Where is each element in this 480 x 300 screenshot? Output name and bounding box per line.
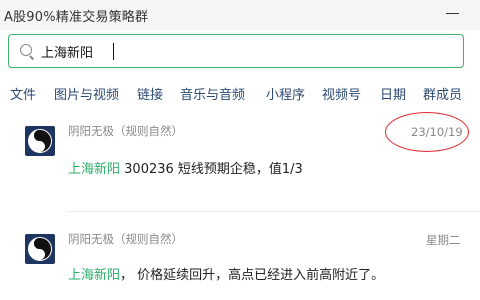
message-text: 上海新阳 300236 短线预期企稳，值1/3 bbox=[68, 158, 303, 177]
message-item[interactable]: 阴阳无极（规则自然） 星期二 上海新阳， 价格延续回升，高点已经进入前高附近了。 bbox=[0, 226, 480, 300]
tab-members[interactable]: 群成员 bbox=[423, 84, 462, 103]
divider bbox=[68, 211, 480, 212]
avatar[interactable] bbox=[25, 234, 55, 264]
tab-mini-programs[interactable]: 小程序 bbox=[266, 84, 305, 103]
sender-name: 阴阳无极（规则自然） bbox=[68, 124, 183, 138]
tab-files[interactable]: 文件 bbox=[10, 84, 36, 103]
yin-yang-icon bbox=[28, 237, 52, 261]
search-highlight: 上海新阳 bbox=[68, 268, 121, 283]
tab-date[interactable]: 日期 bbox=[380, 84, 406, 103]
tab-channels[interactable]: 视频号 bbox=[322, 84, 361, 103]
message-content: ， 价格延续回升，高点已经进入前高附近了。 bbox=[120, 268, 385, 283]
message-content: 300236 短线预期企稳，值1/3 bbox=[120, 162, 303, 177]
text-caret bbox=[113, 43, 114, 60]
filter-tabs: 文件 图片与视频 链接 音乐与音频 小程序 视频号 日期 群成员 bbox=[0, 84, 480, 106]
yin-yang-icon bbox=[28, 129, 52, 153]
minimize-icon bbox=[446, 13, 459, 14]
search-highlight: 上海新阳 bbox=[68, 162, 121, 177]
search-input[interactable] bbox=[41, 41, 341, 61]
sender-name: 阴阳无极（规则自然） bbox=[68, 232, 183, 246]
tab-images-videos[interactable]: 图片与视频 bbox=[54, 84, 119, 103]
avatar[interactable] bbox=[25, 126, 55, 156]
red-circle-annotation bbox=[385, 112, 469, 152]
message-date: 星期二 bbox=[426, 233, 461, 247]
minimize-button[interactable] bbox=[440, 4, 466, 24]
search-box[interactable] bbox=[8, 34, 464, 68]
window-title: A股90%精准交易策略群 bbox=[4, 10, 149, 25]
tab-links[interactable]: 链接 bbox=[137, 84, 163, 103]
tab-music-audio[interactable]: 音乐与音频 bbox=[180, 84, 245, 103]
search-icon bbox=[20, 44, 32, 56]
title-bar: A股90%精准交易策略群 bbox=[0, 0, 480, 30]
message-text: 上海新阳， 价格延续回升，高点已经进入前高附近了。 bbox=[68, 264, 384, 283]
